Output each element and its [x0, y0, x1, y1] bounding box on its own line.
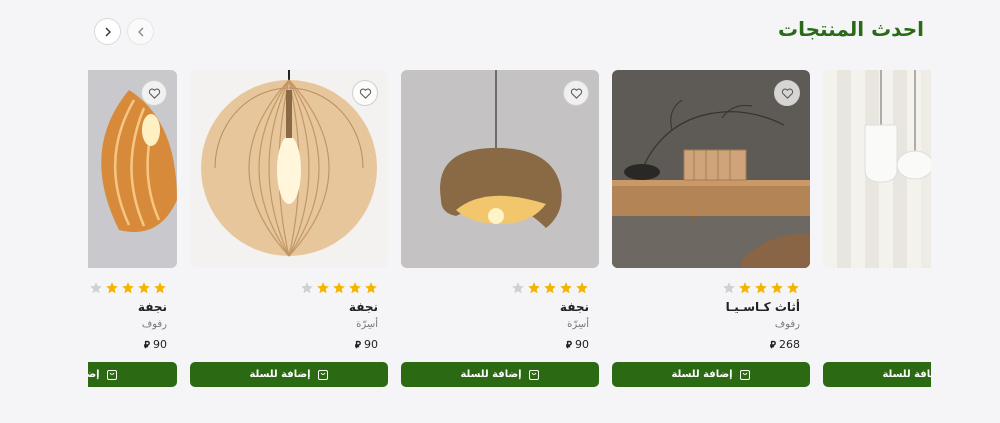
star-icon — [122, 282, 134, 294]
price-value: 90 — [575, 338, 589, 351]
product-name[interactable]: نجفة — [560, 300, 589, 314]
product-card[interactable]: نجفة أسِرّة 90 ⃁ إضافة للسلة — [190, 70, 388, 388]
favorite-button[interactable] — [352, 80, 378, 106]
product-image[interactable] — [190, 70, 388, 268]
star-icon — [154, 282, 166, 294]
product-price: 90 ⃁ — [144, 338, 167, 351]
star-icon — [755, 282, 767, 294]
star-icon — [771, 282, 783, 294]
heart-icon — [148, 88, 160, 99]
star-icon — [301, 282, 313, 294]
star-icon — [90, 282, 102, 294]
add-to-cart-label: إضافة للسلة — [460, 369, 522, 380]
heart-icon — [359, 88, 371, 99]
rating-stars — [300, 281, 378, 295]
add-to-cart-button[interactable]: إضافة للسلة — [823, 362, 931, 387]
add-to-cart-label: إضافة للسلة — [249, 369, 311, 380]
add-to-cart-button[interactable]: إضافة للسلة — [401, 362, 599, 387]
product-image[interactable] — [612, 70, 810, 268]
cart-icon — [317, 369, 328, 380]
star-icon — [365, 282, 377, 294]
carousel-next-button[interactable] — [94, 18, 121, 45]
product-name[interactable]: نجفة — [349, 300, 378, 314]
product-card[interactable]: نجفة أسِرّة 90 ⃁ إضافة للسلة — [401, 70, 599, 388]
chevron-left-icon — [137, 27, 143, 36]
latest-products-section: احدث المنتجات افة للسلة أثاث كـاسـيـا رف… — [0, 0, 1000, 423]
star-icon — [739, 282, 751, 294]
rating-stars — [722, 281, 800, 295]
product-image[interactable] — [823, 70, 931, 268]
star-icon — [723, 282, 735, 294]
section-title: احدث المنتجات — [777, 17, 924, 41]
add-to-cart-button[interactable]: إضافة للسلة — [190, 362, 388, 387]
product-image[interactable] — [88, 70, 177, 268]
product-category: رفوف — [141, 319, 167, 330]
products-carousel[interactable]: إضافة للسلة — [88, 70, 931, 400]
star-icon — [512, 282, 524, 294]
add-to-cart-label: إضافة للسلة — [882, 369, 931, 380]
product-name[interactable]: نجفة — [138, 300, 167, 314]
chevron-right-icon — [105, 27, 111, 36]
sar-currency-icon: ⃁ — [770, 340, 776, 351]
sar-currency-icon: ⃁ — [144, 340, 150, 351]
star-icon — [544, 282, 556, 294]
sar-currency-icon: ⃁ — [355, 340, 361, 351]
star-icon — [576, 282, 588, 294]
star-icon — [560, 282, 572, 294]
star-icon — [349, 282, 361, 294]
heart-icon — [781, 88, 793, 99]
cart-icon — [528, 369, 539, 380]
add-to-cart-button[interactable]: إضافة للسلة — [612, 362, 810, 387]
rating-stars — [511, 281, 589, 295]
star-icon — [528, 282, 540, 294]
rating-stars — [89, 281, 167, 295]
product-card[interactable]: إضافة للسلة — [823, 70, 931, 388]
product-category: أسِرّة — [567, 319, 589, 330]
product-card[interactable]: نجفة رفوف 90 ⃁ إضافة للسلة — [88, 70, 177, 388]
star-icon — [138, 282, 150, 294]
carousel-prev-button[interactable] — [127, 18, 154, 45]
product-price: 90 ⃁ — [566, 338, 589, 351]
star-icon — [317, 282, 329, 294]
price-value: 268 — [779, 338, 800, 351]
product-price: 268 ⃁ — [770, 338, 800, 351]
price-value: 90 — [364, 338, 378, 351]
star-icon — [106, 282, 118, 294]
star-icon — [787, 282, 799, 294]
product-price: 90 ⃁ — [355, 338, 378, 351]
star-icon — [333, 282, 345, 294]
favorite-button[interactable] — [563, 80, 589, 106]
add-to-cart-label: إضافة للسلة — [671, 369, 733, 380]
product-category: أسِرّة — [356, 319, 378, 330]
product-image[interactable] — [401, 70, 599, 268]
price-value: 90 — [153, 338, 167, 351]
sar-currency-icon: ⃁ — [566, 340, 572, 351]
add-to-cart-button[interactable]: إضافة للسلة — [88, 362, 177, 387]
cart-icon — [739, 369, 750, 380]
add-to-cart-label: إضافة للسلة — [88, 369, 100, 380]
favorite-button[interactable] — [141, 80, 167, 106]
cart-icon — [106, 369, 117, 380]
heart-icon — [570, 88, 582, 99]
product-name[interactable]: أثاث كـاسـيـا — [726, 300, 800, 314]
product-card[interactable]: أثاث كـاسـيـا رفوف 268 ⃁ إضافة للسلة — [612, 70, 810, 388]
favorite-button[interactable] — [774, 80, 800, 106]
product-category: رفوف — [774, 319, 800, 330]
